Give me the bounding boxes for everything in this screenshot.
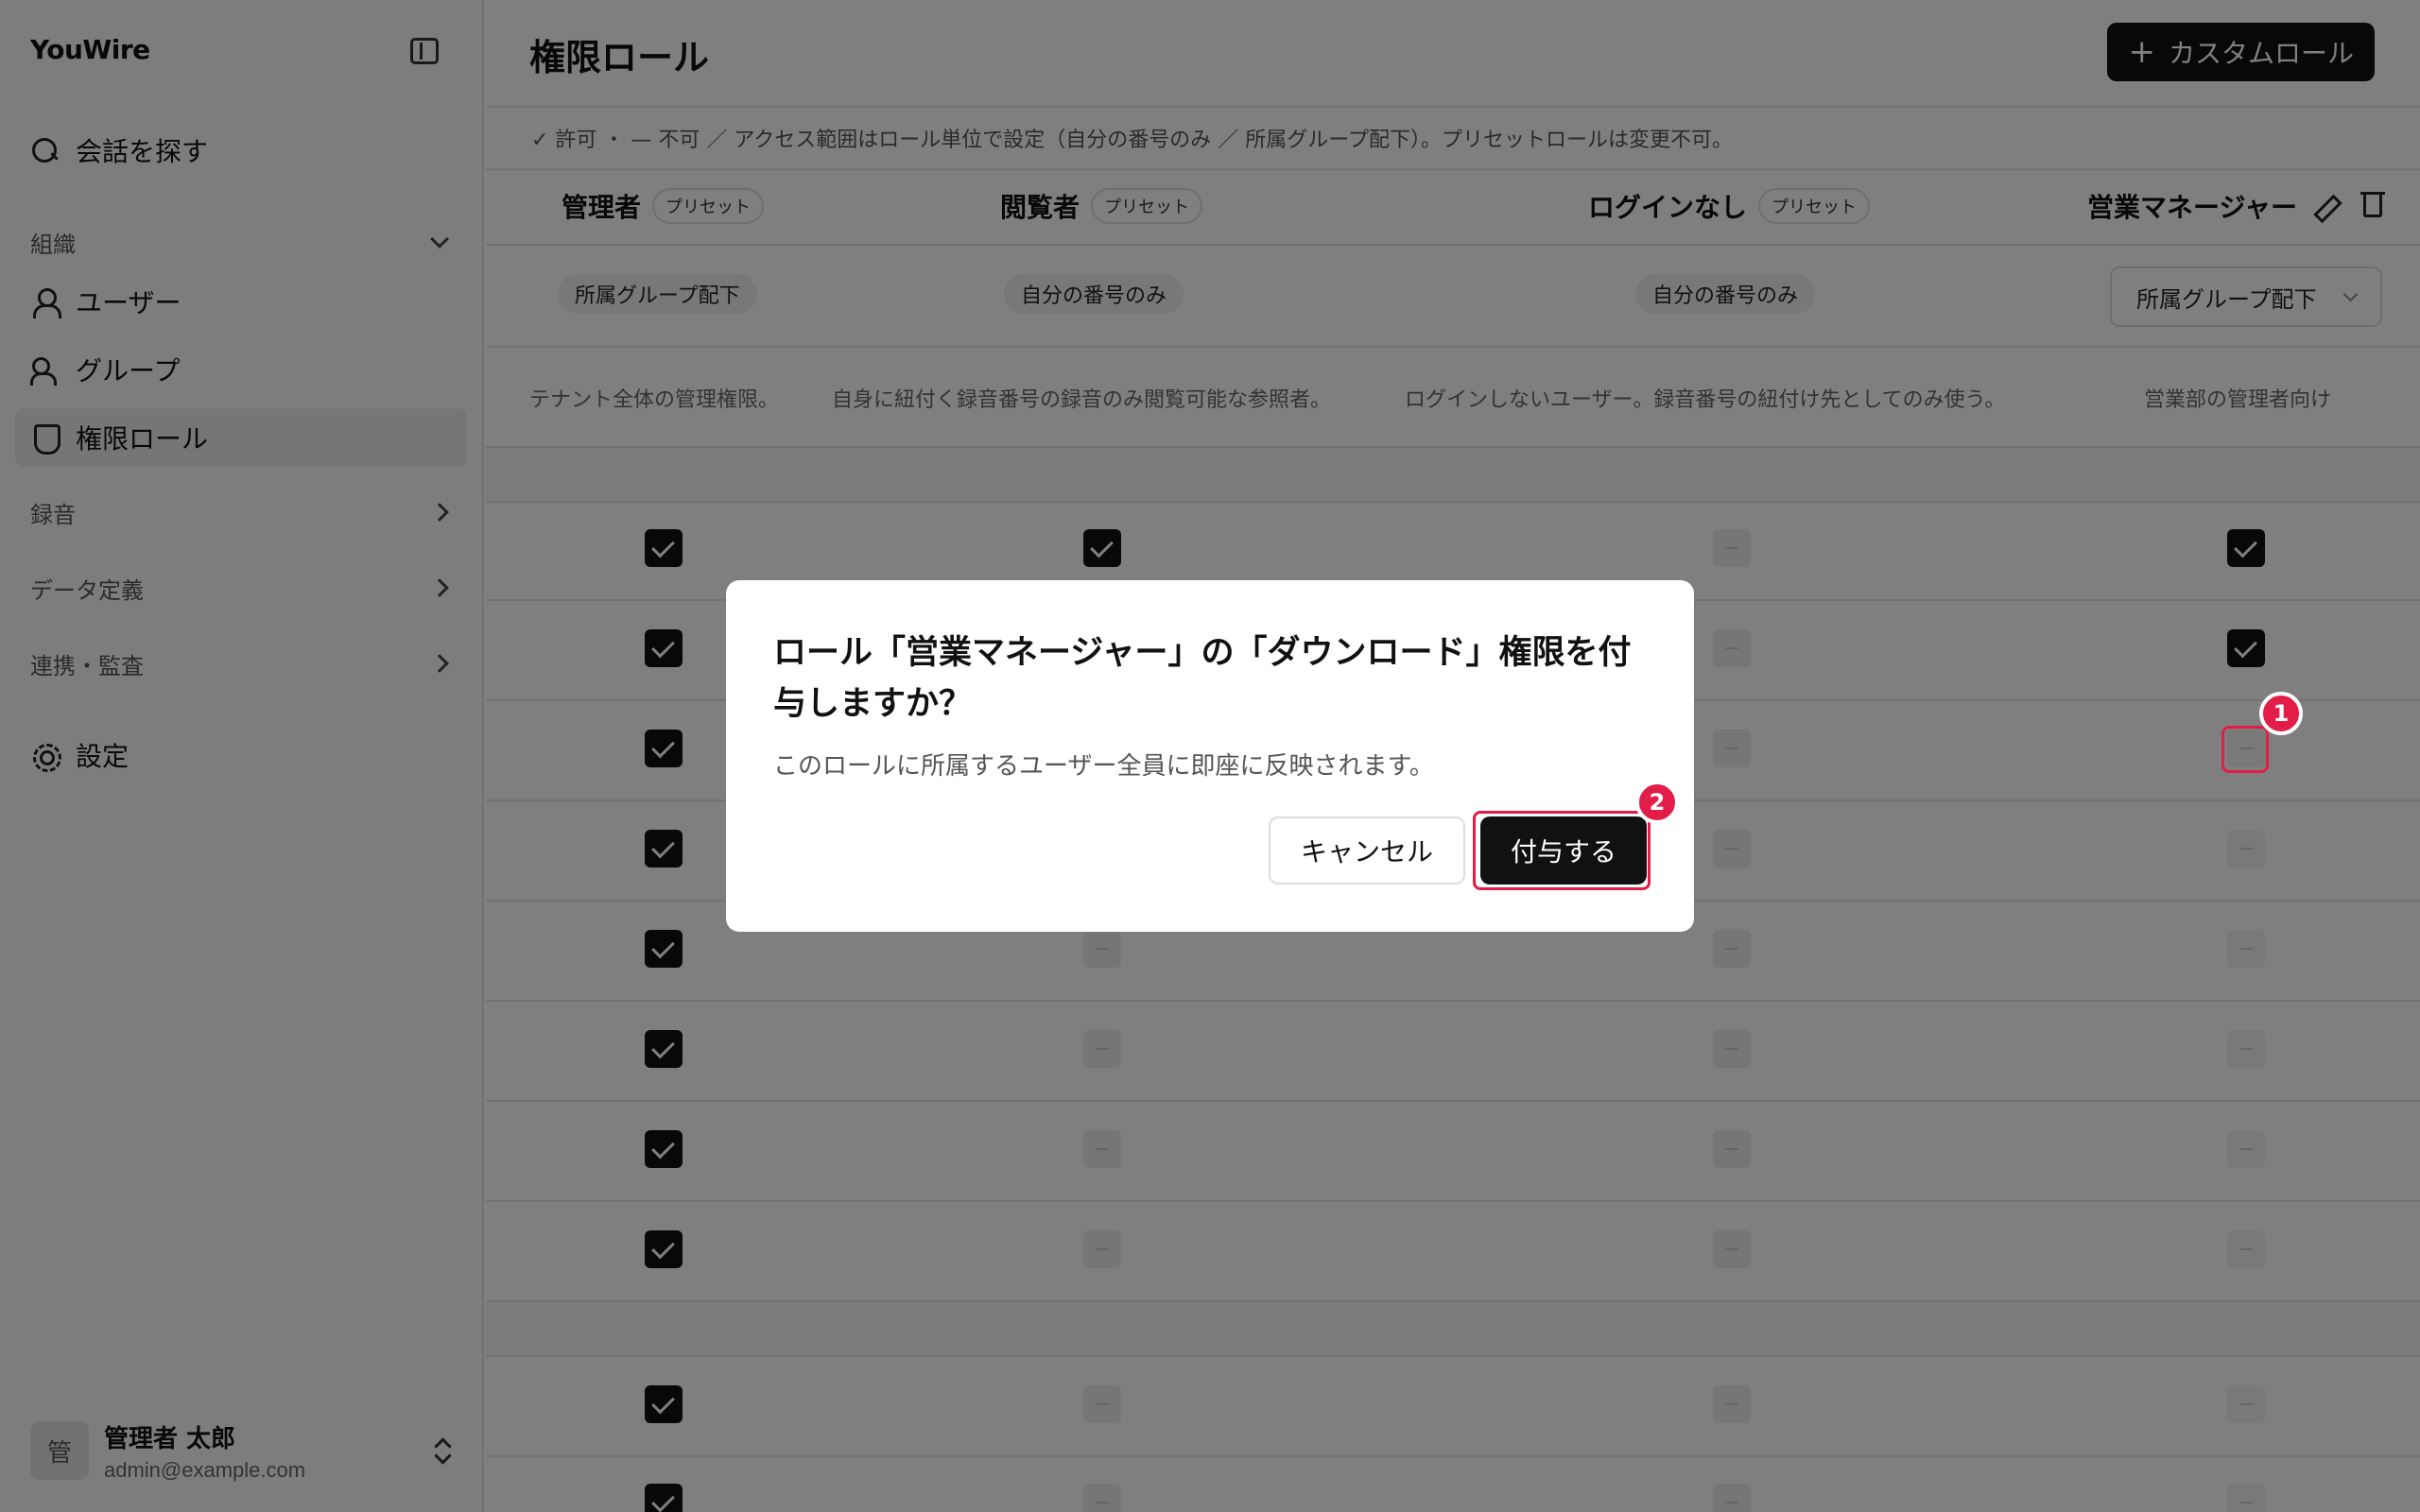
cancel-button[interactable]: キャンセル <box>1269 816 1465 885</box>
step-marker-1: 1 <box>2259 692 2303 735</box>
dialog-description: このロールに所属するユーザー全員に即座に反映されます。 <box>773 752 1434 781</box>
highlight-grant-button <box>1473 811 1651 890</box>
dialog-title: ロール「営業マネージャー」の「ダウンロード」権限を付与しますか？ <box>773 634 1632 723</box>
highlight-download-toggle <box>2221 726 2269 773</box>
step-marker-2: 2 <box>1635 781 1679 824</box>
